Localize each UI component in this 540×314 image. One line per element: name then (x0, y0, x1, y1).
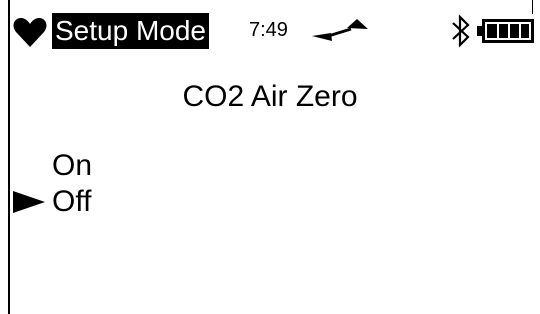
option-off[interactable]: Off (52, 184, 92, 220)
bluetooth-icon (452, 14, 470, 48)
option-on[interactable]: On (52, 148, 92, 184)
clock-time: 7:49 (249, 19, 288, 41)
screen-border-right (532, 0, 533, 14)
option-list: On Off (52, 148, 92, 220)
screen-border-left (8, 0, 10, 314)
selection-arrow-icon (13, 191, 45, 213)
device-screen: Setup Mode 7:49 CO2 Air Zero On Off (0, 0, 540, 314)
battery-icon (477, 19, 534, 43)
pump-icon (312, 19, 368, 41)
mode-label: Setup Mode (52, 13, 209, 49)
heart-icon (13, 18, 47, 47)
screen-title: CO2 Air Zero (182, 80, 358, 113)
